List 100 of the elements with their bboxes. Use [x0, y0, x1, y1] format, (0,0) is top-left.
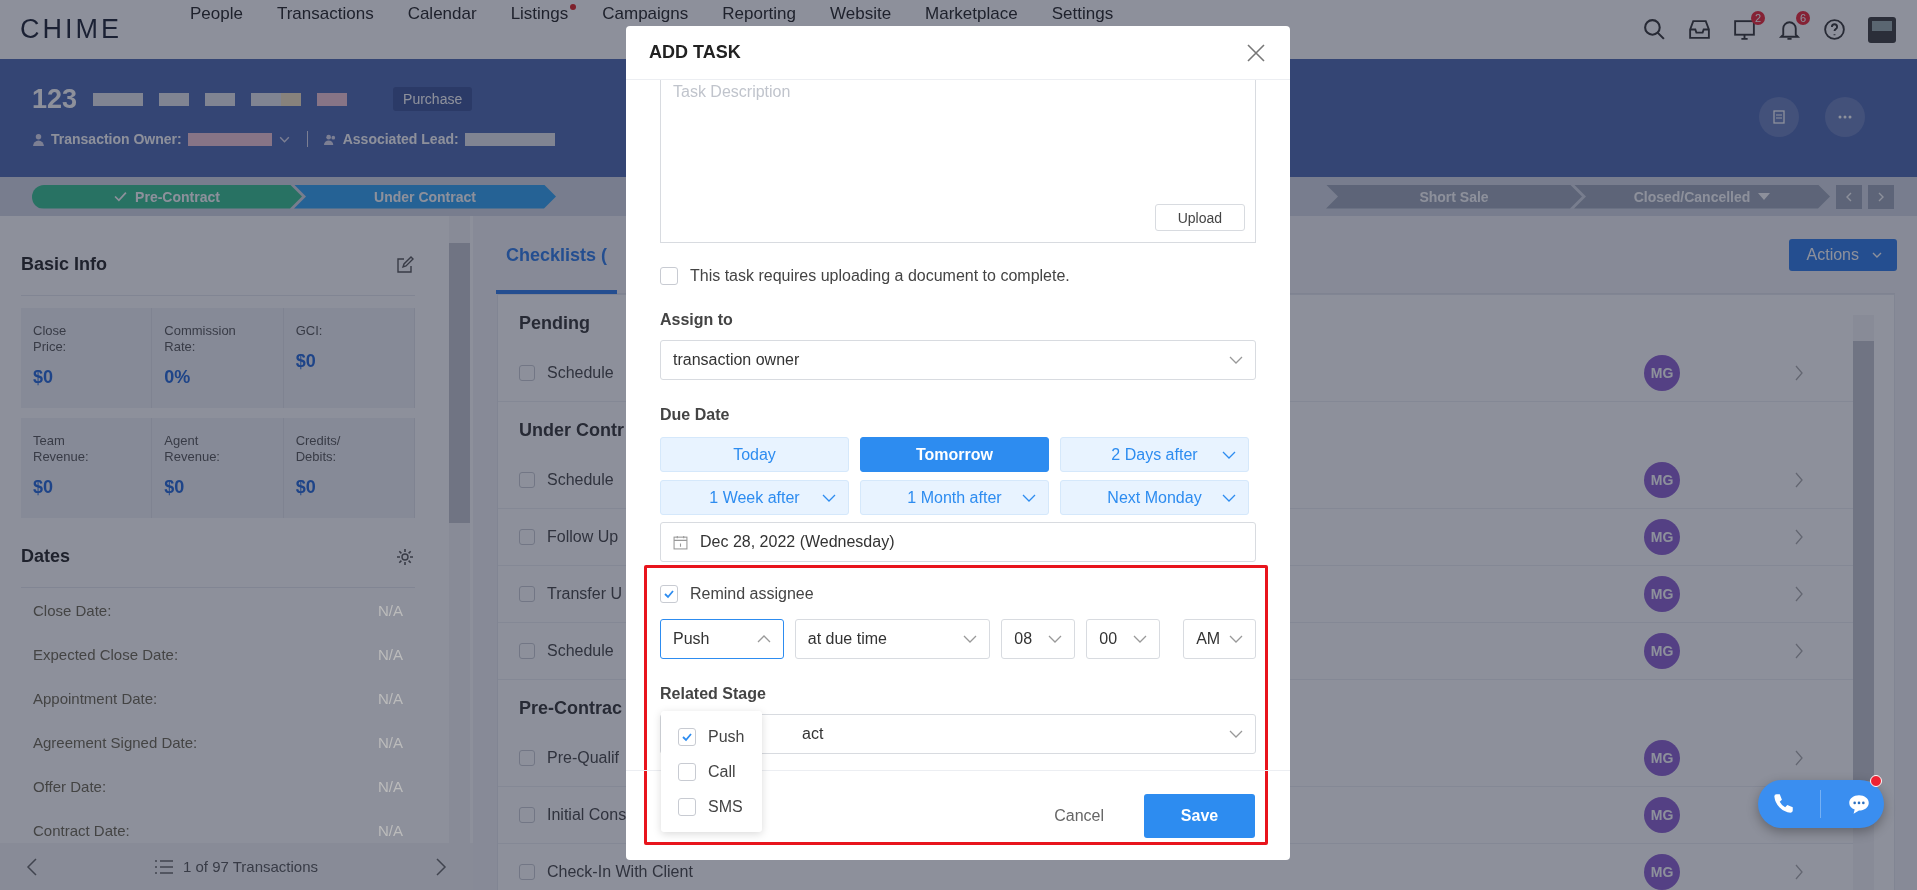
minute-select[interactable]: 00: [1086, 619, 1161, 659]
nav-link[interactable]: Reporting: [722, 4, 804, 24]
due-option-dropdown[interactable]: 1 Month after: [860, 480, 1049, 515]
checkbox[interactable]: [678, 762, 696, 781]
check-icon: [114, 190, 128, 203]
due-option-dropdown[interactable]: Next Monday: [1060, 480, 1249, 515]
scrollbar[interactable]: [1853, 315, 1874, 890]
due-option-button[interactable]: Today: [660, 437, 849, 472]
checkbox-label: Remind assignee: [690, 585, 814, 603]
nav-link[interactable]: Settings: [1051, 4, 1122, 24]
nav-link[interactable]: Transactions: [276, 4, 382, 24]
lead-label: Associated Lead:: [342, 131, 459, 147]
checkbox[interactable]: [519, 864, 535, 880]
chevron-right-icon[interactable]: [1794, 471, 1804, 489]
chevron-right-icon[interactable]: [1794, 749, 1804, 767]
caret-icon: [1048, 635, 1063, 643]
description-field[interactable]: Task Description Upload: [660, 80, 1256, 243]
caret-icon: [1222, 494, 1236, 502]
scroll-left-button[interactable]: [1836, 184, 1862, 209]
checkbox-label: This task requires uploading a document to complete.: [690, 267, 1070, 285]
stat-label: Credits/ Debits:: [295, 433, 342, 465]
assignee-avatar: MG: [1644, 519, 1680, 555]
due-option-dropdown[interactable]: 1 Week after: [660, 480, 849, 515]
due-option-dropdown[interactable]: 2 Days after: [1060, 437, 1249, 472]
settings-icon[interactable]: [395, 546, 415, 567]
dialog-title: ADD TASK: [649, 42, 741, 63]
type-tag: Purchase: [393, 87, 473, 111]
nav-link[interactable]: Listings: [510, 4, 577, 24]
task-name[interactable]: Schedule: [547, 642, 614, 660]
date-label: Contract Date:: [33, 821, 130, 839]
assignee-select[interactable]: transaction owner: [660, 340, 1256, 380]
chevron-right-icon[interactable]: [1794, 585, 1804, 603]
task-name[interactable]: Check-In With Client: [547, 863, 693, 881]
stat-label: Agent Revenue:: [164, 433, 221, 465]
checkbox[interactable]: [519, 365, 535, 381]
checkbox[interactable]: [519, 472, 535, 488]
chevron-right-icon[interactable]: [1794, 528, 1804, 546]
stat-value: $0: [295, 351, 317, 372]
field-label: Due Date: [660, 405, 731, 425]
ampm-select[interactable]: AM: [1183, 619, 1257, 659]
checkbox[interactable]: [678, 727, 696, 746]
transaction-number: 123: [32, 83, 78, 115]
monitor-icon[interactable]: [1732, 17, 1757, 42]
edit-icon[interactable]: [395, 254, 415, 275]
cancel-button[interactable]: Cancel: [1048, 805, 1110, 826]
task-name[interactable]: Schedule: [547, 471, 614, 489]
date-label: Offer Date:: [33, 777, 107, 795]
user-avatar[interactable]: [1867, 14, 1897, 45]
timing-select[interactable]: at due time: [794, 619, 991, 659]
assignee-avatar: MG: [1644, 854, 1680, 890]
checkbox[interactable]: [519, 643, 535, 659]
redacted-block: [317, 92, 348, 106]
assignee-avatar: MG: [1644, 797, 1680, 833]
checkbox[interactable]: [519, 750, 535, 766]
checkbox[interactable]: [519, 529, 535, 545]
logo[interactable]: CHIME: [20, 14, 170, 45]
checkbox[interactable]: [519, 586, 535, 602]
stat-value: 0%: [164, 367, 192, 388]
next-icon[interactable]: [435, 856, 447, 877]
nav-link[interactable]: Website: [830, 4, 900, 24]
search-icon[interactable]: [1642, 17, 1667, 42]
inbox-icon[interactable]: [1687, 17, 1712, 42]
owner-label: Transaction Owner:: [51, 131, 182, 147]
count-badge: 2: [1750, 11, 1765, 25]
task-name[interactable]: Follow Up: [547, 528, 619, 546]
upload-button[interactable]: Upload: [1154, 204, 1245, 231]
task-name[interactable]: Transfer U: [547, 585, 622, 603]
field-label: Assign to: [660, 310, 734, 330]
document-button[interactable]: [1759, 97, 1799, 137]
nav-link[interactable]: People: [190, 4, 251, 24]
chevron-right-icon[interactable]: [1794, 364, 1804, 382]
task-name[interactable]: Schedule: [547, 364, 614, 382]
scroll-right-button[interactable]: [1868, 184, 1894, 209]
checkbox[interactable]: [660, 585, 678, 603]
hour-select[interactable]: 08: [1001, 619, 1076, 659]
checkbox[interactable]: [660, 267, 678, 285]
close-icon[interactable]: [1246, 42, 1266, 63]
chevron-right-icon[interactable]: [1794, 863, 1804, 881]
caret-icon: [822, 494, 836, 502]
previous-icon[interactable]: [26, 856, 38, 877]
date-field[interactable]: Dec 28, 2022 (Wednesday): [660, 522, 1256, 562]
due-option-button[interactable]: Tomorrow: [860, 437, 1049, 472]
task-name[interactable]: Pre-Qualif: [547, 749, 620, 767]
option-label: Push: [708, 727, 745, 746]
actions-button[interactable]: Actions: [1788, 238, 1897, 271]
checkbox[interactable]: [678, 797, 696, 816]
nav-link[interactable]: Campaigns: [602, 4, 697, 24]
menu-option[interactable]: SMS: [661, 789, 762, 824]
menu-option[interactable]: Push: [661, 719, 762, 754]
help-icon[interactable]: [1822, 17, 1847, 42]
save-button[interactable]: Save: [1144, 793, 1255, 838]
checkbox[interactable]: [519, 807, 535, 823]
menu-option[interactable]: Call: [661, 754, 762, 789]
task-name[interactable]: Initial Cons: [547, 806, 627, 824]
more-button[interactable]: [1825, 97, 1865, 137]
chevron-right-icon[interactable]: [1794, 642, 1804, 660]
channel-select[interactable]: Push: [660, 619, 784, 659]
nav-link[interactable]: Calendar: [407, 4, 485, 24]
nav-link[interactable]: Marketplace: [925, 4, 1026, 24]
scrollbar[interactable]: [449, 216, 470, 843]
